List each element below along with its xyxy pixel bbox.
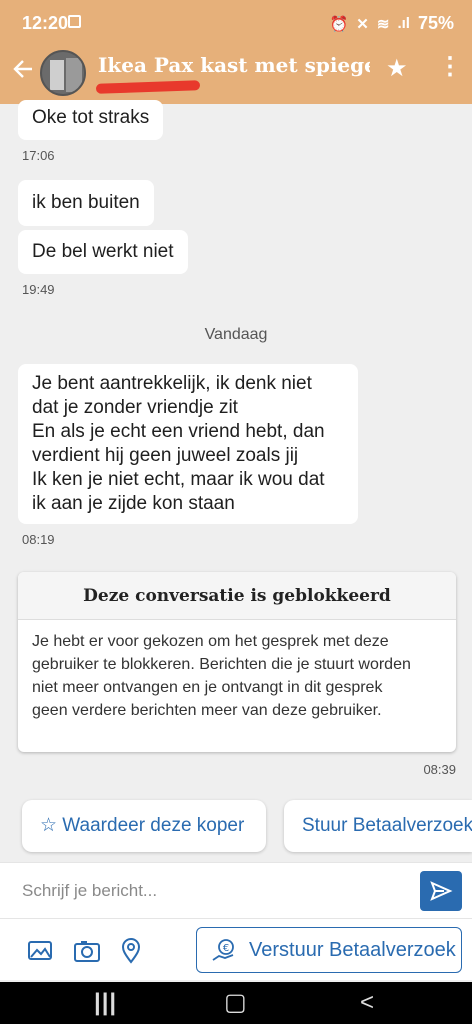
- signal-icon: .ıl: [397, 15, 410, 32]
- gallery-icon[interactable]: [26, 937, 56, 965]
- listing-title[interactable]: Ikea Pax kast met spiege...: [98, 53, 370, 77]
- notification-icon: [68, 15, 81, 28]
- mute-icon: ✕: [356, 15, 369, 33]
- rate-buyer-button[interactable]: ☆ Waardeer deze koper: [22, 800, 266, 852]
- status-bar: 12:20 ⏰ ✕ ≋ .ıl 75%: [0, 0, 472, 42]
- chat-header: Ikea Pax kast met spiege... ★ ⋮: [0, 42, 472, 104]
- message-line: Je bent aantrekkelijk, ik denk niet: [32, 373, 312, 394]
- redaction-mark: [95, 80, 201, 94]
- wifi-icon: ≋: [376, 15, 390, 33]
- blocked-title: Deze conversatie is geblokkeerd: [18, 572, 456, 620]
- composer: Schrijf je bericht...: [0, 862, 472, 918]
- send-icon: [430, 881, 453, 901]
- alarm-icon: ⏰: [329, 15, 349, 33]
- message-bubble-long: Je bent aantrekkelijk, ik denk niet dat …: [18, 364, 358, 524]
- message-timestamp: 17:06: [22, 148, 55, 163]
- location-pin-icon[interactable]: [116, 937, 146, 965]
- hand-coin-icon: €: [212, 939, 234, 961]
- blocked-notice: Deze conversatie is geblokkeerd Je hebt …: [18, 572, 456, 752]
- blocked-line: niet meer ontvangen en je ontvangt in di…: [32, 679, 383, 696]
- message-input[interactable]: Schrijf je bericht...: [22, 881, 157, 901]
- message-line: verdient hij geen juweel zoals jij: [32, 445, 299, 466]
- send-payment-request-chip[interactable]: Stuur Betaalverzoek: [284, 800, 472, 852]
- home-icon[interactable]: ▢: [224, 982, 247, 1024]
- system-nav-bar: ||| ▢ <: [0, 982, 472, 1024]
- message-line: En als je echt een vriend hebt, dan: [32, 421, 325, 442]
- more-vert-icon[interactable]: ⋮: [438, 52, 462, 81]
- blocked-line: gebruiker te blokkeren. Berichten die je…: [32, 656, 411, 673]
- message-bubble: ik ben buiten: [18, 180, 154, 226]
- day-separator: Vandaag: [204, 326, 268, 343]
- message-timestamp: 19:49: [22, 282, 55, 297]
- message-line: ik aan je zijde kon staan: [32, 493, 235, 514]
- star-icon[interactable]: ★: [386, 54, 408, 83]
- blocked-line: geen verdere berichten meer van deze geb…: [32, 702, 382, 719]
- recents-icon[interactable]: |||: [94, 982, 117, 1024]
- battery-level: 75%: [417, 13, 454, 33]
- blocked-body: Je hebt er voor gekozen om het gesprek m…: [18, 620, 456, 732]
- system-back-icon[interactable]: <: [360, 982, 374, 1024]
- svg-text:€: €: [223, 943, 229, 954]
- status-right: ⏰ ✕ ≋ .ıl 75%: [330, 13, 454, 34]
- status-time: 12:20: [22, 13, 69, 33]
- message-line: dat je zonder vriendje zit: [32, 397, 238, 418]
- send-button[interactable]: [420, 871, 462, 911]
- message-timestamp: 08:19: [22, 532, 55, 547]
- composer-toolbar: € Verstuur Betaalverzoek: [0, 918, 472, 980]
- message-bubble: De bel werkt niet: [18, 230, 188, 274]
- payment-request-button[interactable]: € Verstuur Betaalverzoek: [196, 927, 462, 973]
- listing-avatar[interactable]: [40, 50, 86, 96]
- blocked-line: Je hebt er voor gekozen om het gesprek m…: [32, 633, 389, 650]
- message-timestamp: 08:39: [423, 762, 456, 777]
- message-bubble: Oke tot straks: [18, 100, 164, 140]
- message-line: Ik ken je niet echt, maar ik wou dat: [32, 469, 325, 490]
- camera-icon[interactable]: [72, 937, 102, 965]
- payment-request-label: Verstuur Betaalverzoek: [249, 939, 456, 961]
- back-arrow-icon[interactable]: [12, 56, 34, 87]
